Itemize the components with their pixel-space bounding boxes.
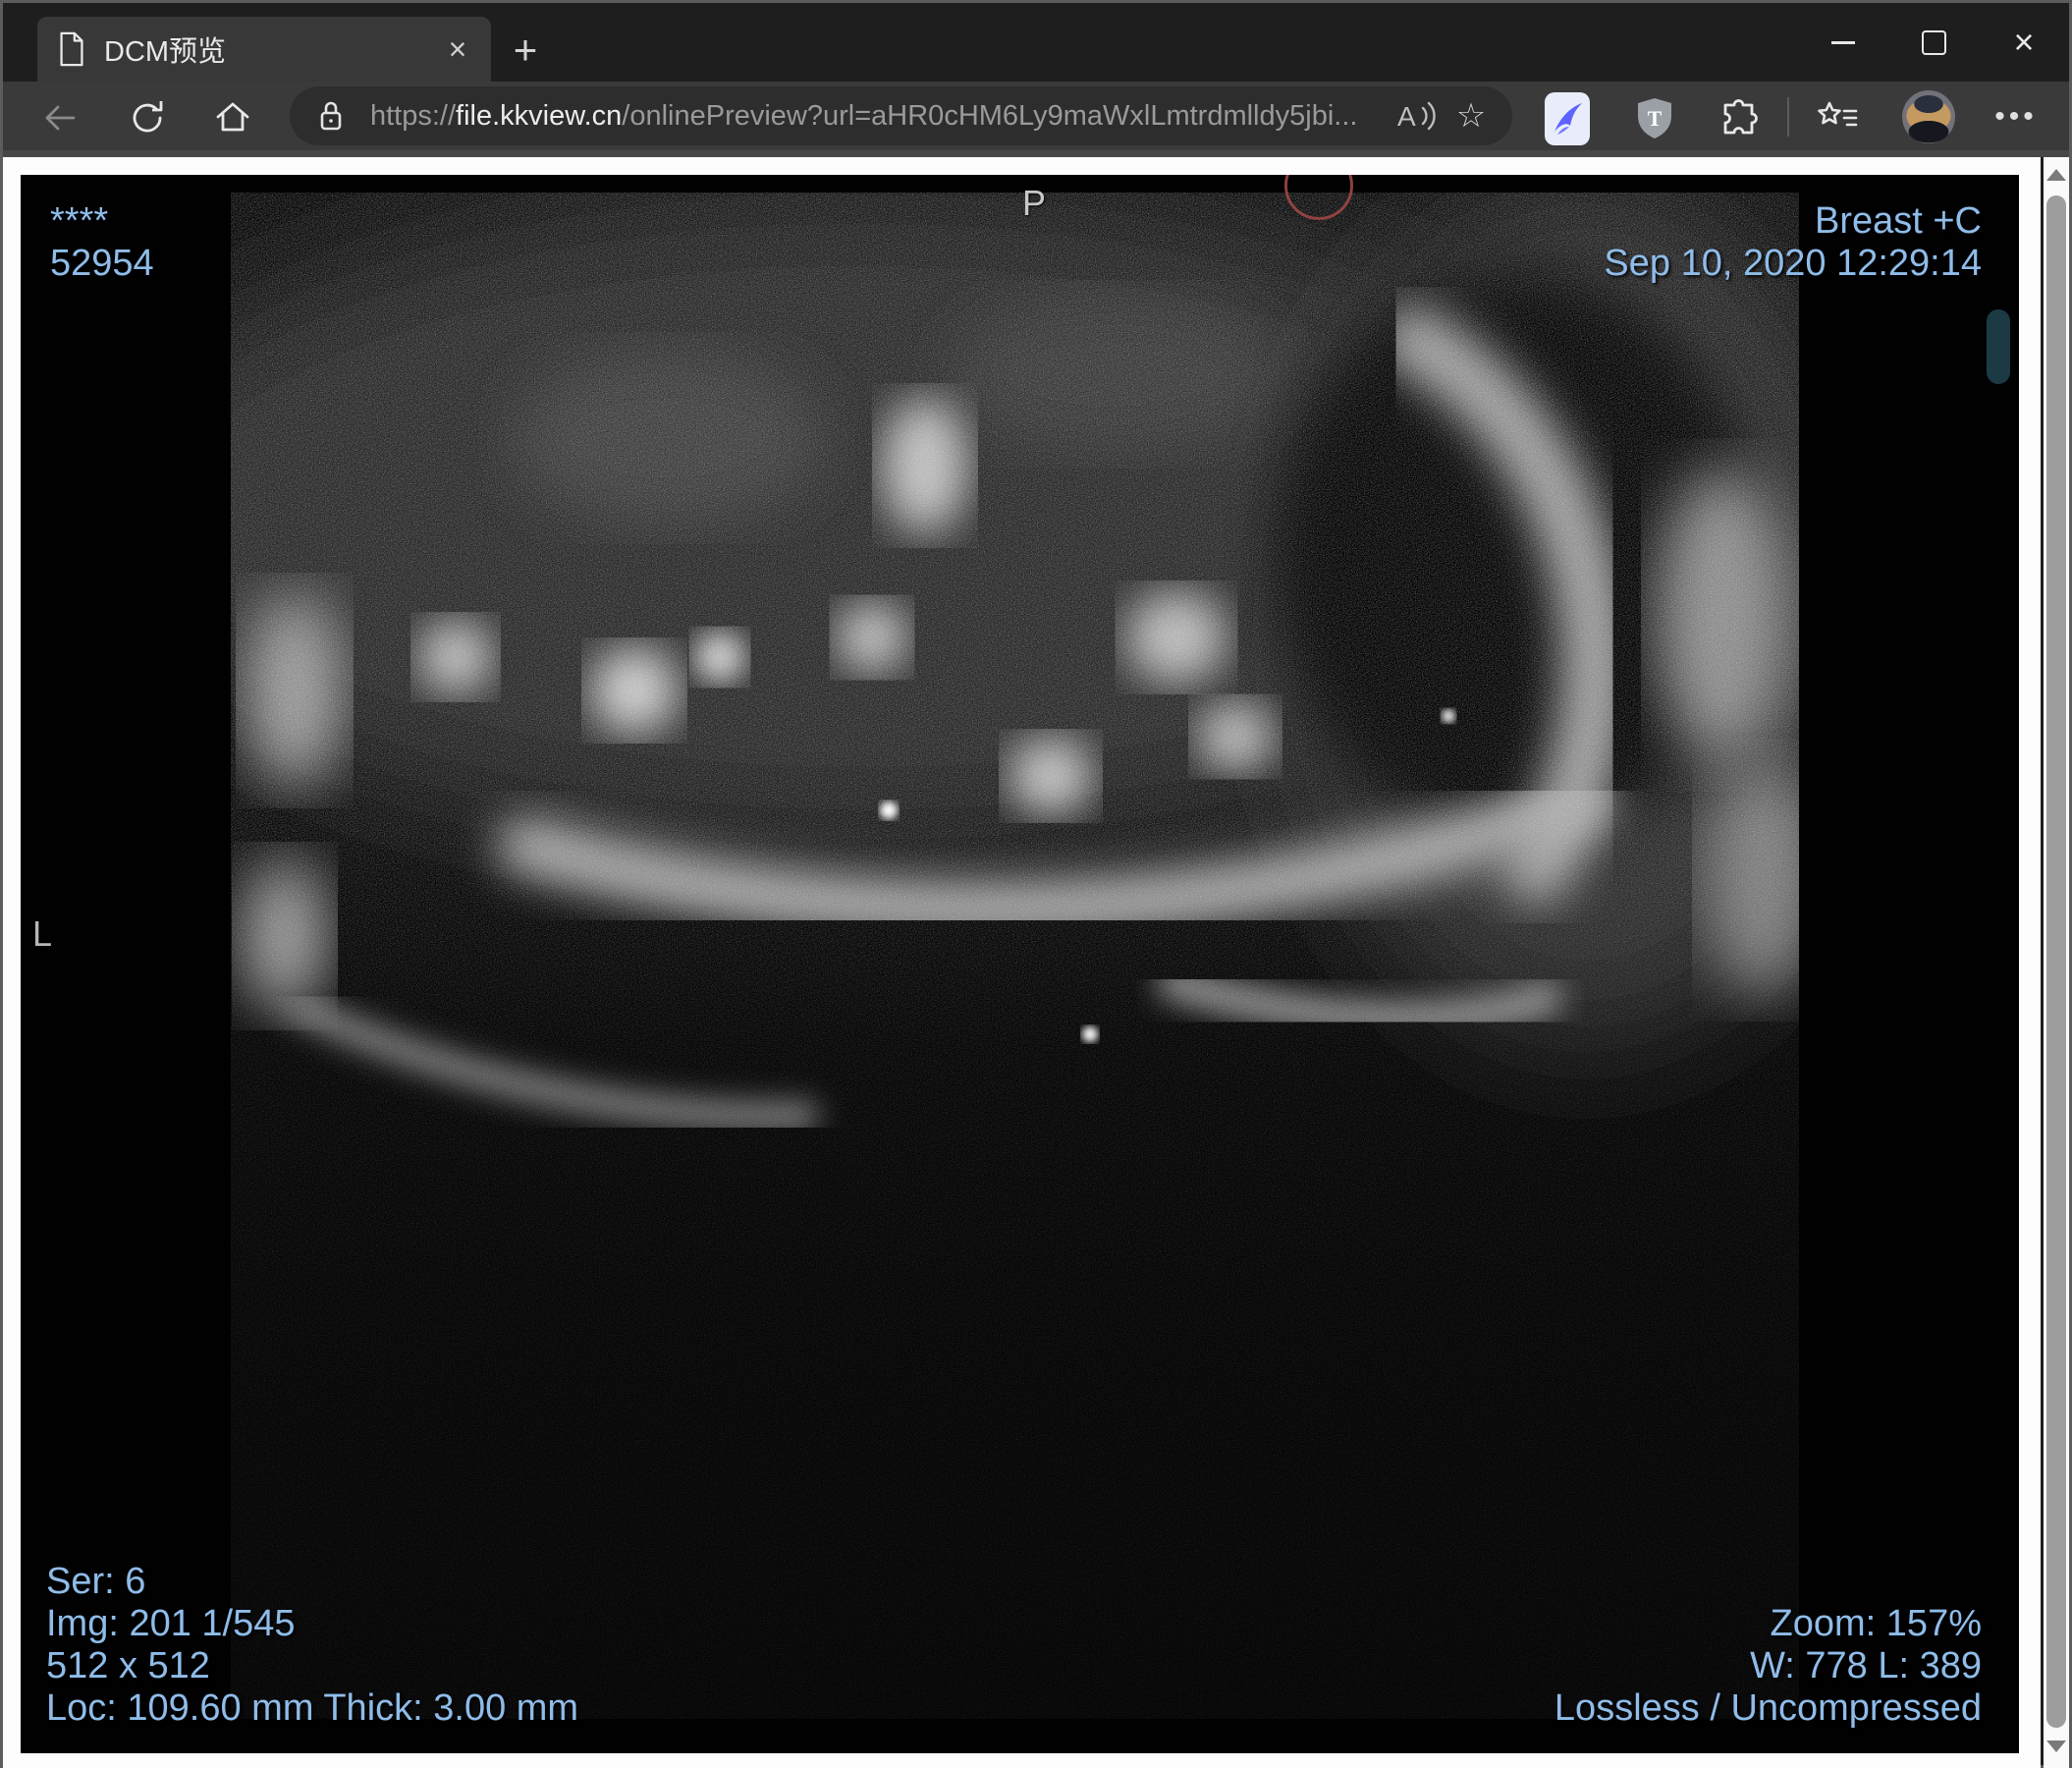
compression-info: Lossless / Uncompressed [1554, 1687, 1982, 1729]
close-button[interactable]: × [1979, 3, 2069, 82]
puzzle-icon [1723, 99, 1758, 135]
close-icon: × [2013, 22, 2035, 62]
minimize-button[interactable] [1798, 3, 1888, 82]
new-tab-button[interactable]: + [502, 27, 549, 74]
overlay-top-right: Breast +C Sep 10, 2020 12:29:14 [1604, 200, 1982, 285]
image-index: Img: 201 1/545 [46, 1603, 296, 1644]
overlay-top-left: **** 52954 [50, 200, 154, 285]
url-scheme: https:// [370, 99, 457, 132]
image-matrix: 512 x 512 [46, 1645, 210, 1686]
lock-icon [320, 101, 342, 131]
mri-image [231, 193, 1799, 1719]
bookmark-star-icon[interactable]: ☆ [1447, 92, 1495, 139]
study-datetime: Sep 10, 2020 12:29:14 [1604, 243, 1982, 284]
home-button[interactable] [211, 96, 254, 139]
maximize-icon [1921, 29, 1946, 55]
extension-shield-button[interactable]: T [1629, 93, 1680, 144]
url-host: file.kkview.cn [456, 99, 623, 132]
window-level: W: 778 L: 389 [1750, 1645, 1982, 1686]
reload-button[interactable] [126, 96, 169, 139]
favorites-star-list-icon [1818, 101, 1858, 127]
read-aloud-button[interactable]: A [1392, 92, 1440, 139]
document-icon [60, 31, 83, 67]
back-arrow-icon [45, 105, 76, 131]
home-icon [216, 102, 249, 132]
page-background: P L **** 52954 Breast +C Sep 10, 2020 12… [3, 157, 2041, 1768]
browser-scrollbar[interactable] [2044, 157, 2069, 1768]
maximize-button[interactable] [1888, 3, 1979, 82]
orientation-marker-posterior: P [1022, 183, 1047, 223]
tab-strip: DCM预览 × + × [3, 3, 2069, 82]
svg-text:T: T [1648, 106, 1663, 131]
orientation-marker-left: L [32, 913, 53, 954]
overlay-bottom-left: Ser: 6 Img: 201 1/545 512 x 512 Loc: 109… [46, 1561, 578, 1730]
overlay-bottom-right: Zoom: 157% W: 778 L: 389 Lossless / Unco… [1554, 1603, 1982, 1730]
extensions-button[interactable] [1716, 93, 1767, 144]
favorites-button[interactable] [1812, 93, 1863, 144]
back-button[interactable] [38, 96, 82, 139]
scroll-down-arrow-icon[interactable] [2046, 1740, 2066, 1752]
settings-menu-button[interactable]: ••• [1989, 93, 2044, 140]
url-text[interactable]: https://file.kkview.cn/onlinePreview?url… [370, 100, 1392, 133]
browser-window: DCM预览 × + × https://file.kkview.cn/onlin… [0, 0, 2072, 1768]
profile-avatar[interactable] [1902, 90, 1955, 143]
address-bar[interactable]: https://file.kkview.cn/onlinePreview?url… [290, 86, 1512, 145]
scrollbar-thumb[interactable] [2046, 195, 2066, 1728]
toolbar: https://file.kkview.cn/onlinePreview?url… [3, 82, 2069, 157]
series-number: Ser: 6 [46, 1561, 146, 1602]
window-controls: × [1798, 3, 2069, 82]
url-path: /onlinePreview?url=aHR0cHM6Ly9maWxlLmtrd… [622, 99, 1358, 132]
toolbar-divider [1787, 97, 1789, 137]
minimize-icon [1831, 40, 1855, 44]
thunder-bird-icon [1545, 92, 1590, 145]
accession-number: 52954 [50, 243, 154, 284]
svg-text:A: A [1397, 101, 1416, 132]
zoom-level: Zoom: 157% [1770, 1603, 1982, 1644]
slice-location: Loc: 109.60 mm Thick: 3.00 mm [46, 1687, 579, 1729]
extension-thunder-button[interactable] [1542, 92, 1593, 145]
dicom-viewer[interactable]: P L **** 52954 Breast +C Sep 10, 2020 12… [21, 175, 2019, 1753]
scroll-up-arrow-icon[interactable] [2046, 169, 2066, 181]
tab-title: DCM预览 [104, 36, 227, 68]
viewer-scroll-thumb[interactable] [1987, 309, 2010, 384]
reload-icon [133, 101, 163, 133]
patient-id-masked: **** [50, 200, 109, 242]
study-description: Breast +C [1814, 200, 1982, 242]
tab-close-icon[interactable]: × [436, 28, 479, 71]
tab-dcm-preview[interactable]: DCM预览 × [37, 17, 491, 82]
read-aloud-icon: A [1397, 101, 1436, 132]
shield-t-icon: T [1638, 98, 1671, 138]
